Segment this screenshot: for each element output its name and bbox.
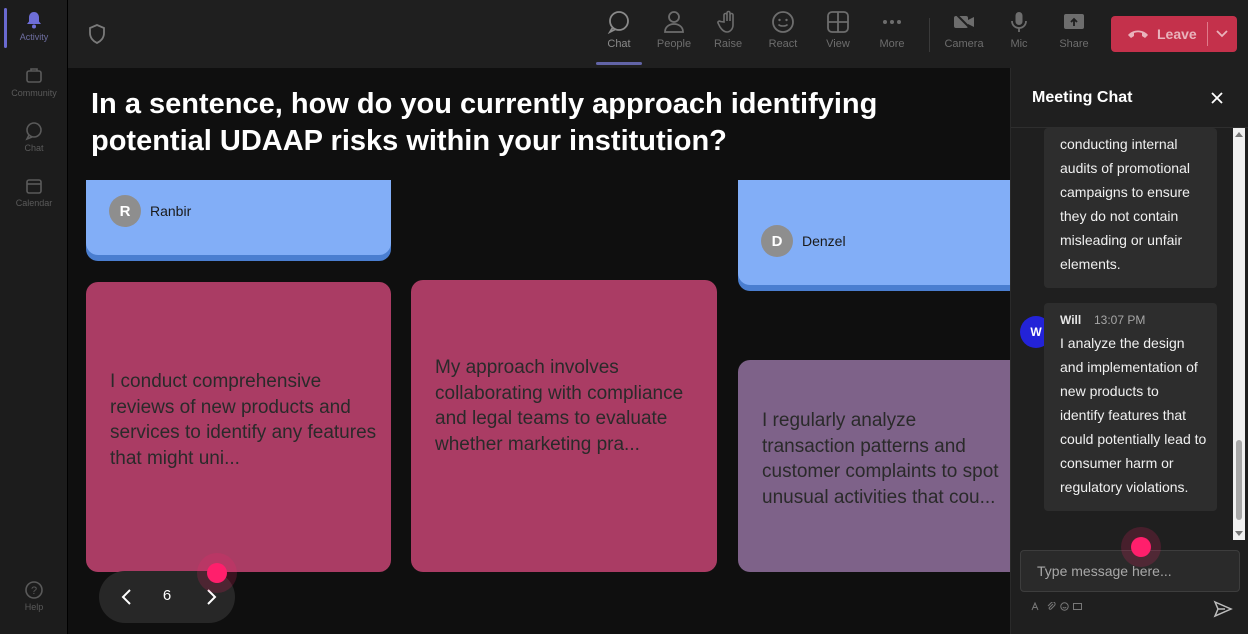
pointer-indicator [1131, 537, 1151, 557]
share-button[interactable]: Share [1049, 10, 1099, 50]
avatar-initial: W [1030, 325, 1042, 339]
send-icon[interactable] [1213, 600, 1233, 618]
scroll-up-icon[interactable] [1235, 132, 1243, 137]
author-name: Denzel [802, 233, 846, 249]
response-card[interactable]: R Ranbir [86, 180, 391, 255]
avatar: D [761, 225, 793, 257]
response-card[interactable]: My approach involves collaborating with … [411, 280, 717, 572]
format-icon[interactable] [1031, 602, 1040, 611]
help-icon: ? [25, 581, 43, 599]
community-icon [26, 68, 42, 83]
message-text: I analyze the design and implementation … [1060, 335, 1207, 495]
leave-label: Leave [1157, 26, 1197, 42]
response-text-line: transaction patterns and [762, 435, 966, 457]
view-button[interactable]: View [813, 10, 863, 50]
rail-item-label: Help [24, 602, 44, 612]
chevron-left-icon[interactable] [115, 585, 139, 609]
response-card[interactable]: I conduct comprehensive reviews of new p… [86, 282, 391, 572]
meeting-toolbar: Chat People Raise React View More Camera… [68, 0, 1248, 68]
rail-item-label: Chat [24, 143, 44, 153]
attach-icon[interactable] [1047, 602, 1056, 611]
rail-item-label: Activity [19, 32, 49, 42]
chevron-right-icon[interactable] [199, 585, 223, 609]
raise-label: Raise [713, 38, 743, 50]
question-title: In a sentence, how do you currently appr… [91, 88, 878, 157]
close-icon[interactable] [1209, 90, 1225, 106]
message-input[interactable] [1020, 550, 1240, 592]
app-rail: Activity Community Chat Calendar ? Help [0, 0, 68, 634]
rail-item-chat[interactable]: Chat [0, 121, 68, 153]
card-author: D Denzel [761, 225, 846, 257]
react-label: React [768, 38, 798, 50]
avatar: R [109, 195, 141, 227]
gif-icon[interactable] [1073, 602, 1082, 611]
shield-icon[interactable] [88, 24, 106, 44]
rail-item-calendar[interactable]: Calendar [0, 176, 68, 208]
people-label: People [656, 38, 692, 50]
more-button[interactable]: More [867, 10, 917, 50]
main-stage: In a sentence, how do you currently appr… [68, 68, 1010, 634]
message-author: Will [1060, 313, 1082, 327]
camera-label: Camera [944, 38, 984, 50]
chat-icon [25, 122, 42, 141]
raise-hand-button[interactable]: Raise [703, 10, 753, 50]
chat-header: Meeting Chat [1011, 68, 1248, 128]
chat-message: Will 13:07 PM I analyze the design and i… [1044, 303, 1217, 511]
leave-button[interactable]: Leave [1111, 16, 1237, 52]
response-text: I conduct comprehensive reviews of new p… [110, 371, 377, 469]
toolbar-divider [929, 18, 930, 52]
mic-label: Mic [1010, 38, 1028, 50]
rail-item-community[interactable]: Community [0, 66, 68, 98]
message-time: 13:07 PM [1094, 313, 1146, 327]
people-button[interactable]: People [649, 10, 699, 50]
message-text: conducting internal audits of promotiona… [1060, 136, 1190, 272]
chat-icon [607, 11, 629, 34]
chat-title: Meeting Chat [1032, 89, 1133, 106]
more-label: More [879, 38, 905, 50]
svg-text:?: ? [31, 585, 37, 597]
calendar-icon [26, 179, 42, 194]
view-label: View [826, 38, 850, 50]
response-text: My approach involves collaborating with … [435, 357, 684, 455]
pointer-indicator [207, 563, 227, 583]
people-icon [664, 11, 684, 33]
camera-button[interactable]: Camera [939, 10, 989, 50]
react-button[interactable]: React [758, 10, 808, 50]
rail-item-help[interactable]: ? Help [0, 580, 68, 612]
response-card[interactable]: D Denzel [738, 180, 1010, 285]
raise-hand-icon [717, 10, 734, 33]
bell-icon [27, 12, 41, 29]
meeting-chat-panel: Meeting Chat conducting internal audits … [1010, 68, 1248, 634]
leave-divider [1207, 22, 1208, 46]
response-text: I regularly analyze transaction patterns… [762, 408, 1010, 510]
rail-item-activity[interactable]: Activity [0, 10, 68, 42]
response-text-line: unusual activities that cou... [762, 486, 996, 508]
active-tab-indicator [596, 62, 642, 65]
camera-off-icon [954, 12, 974, 32]
share-screen-icon [1064, 14, 1084, 29]
grid-view-icon [827, 11, 849, 33]
scroll-thumb[interactable] [1236, 440, 1242, 520]
rail-item-label: Community [11, 88, 57, 98]
author-name: Ranbir [150, 203, 192, 219]
response-text-line: I regularly analyze [762, 410, 917, 431]
chat-label: Chat [607, 38, 631, 50]
scroll-down-icon[interactable] [1235, 531, 1243, 536]
chat-scrollbar[interactable] [1233, 128, 1245, 540]
mic-button[interactable]: Mic [994, 10, 1044, 50]
more-dots-icon [883, 20, 901, 24]
rail-item-label: Calendar [15, 198, 53, 208]
card-author: R Ranbir [109, 195, 191, 227]
chat-button[interactable]: Chat [594, 10, 644, 50]
share-label: Share [1059, 38, 1089, 50]
page-number: 6 [162, 587, 172, 604]
emoji-icon [772, 11, 794, 33]
response-text-line: customer complaints to spot [762, 461, 999, 482]
microphone-icon [1011, 12, 1027, 32]
chat-message: conducting internal audits of promotiona… [1044, 128, 1217, 288]
hang-up-icon [1128, 30, 1148, 38]
emoji-icon[interactable] [1060, 602, 1069, 611]
response-card[interactable]: I regularly analyze transaction patterns… [738, 360, 1010, 572]
chevron-down-icon[interactable] [1213, 24, 1231, 42]
